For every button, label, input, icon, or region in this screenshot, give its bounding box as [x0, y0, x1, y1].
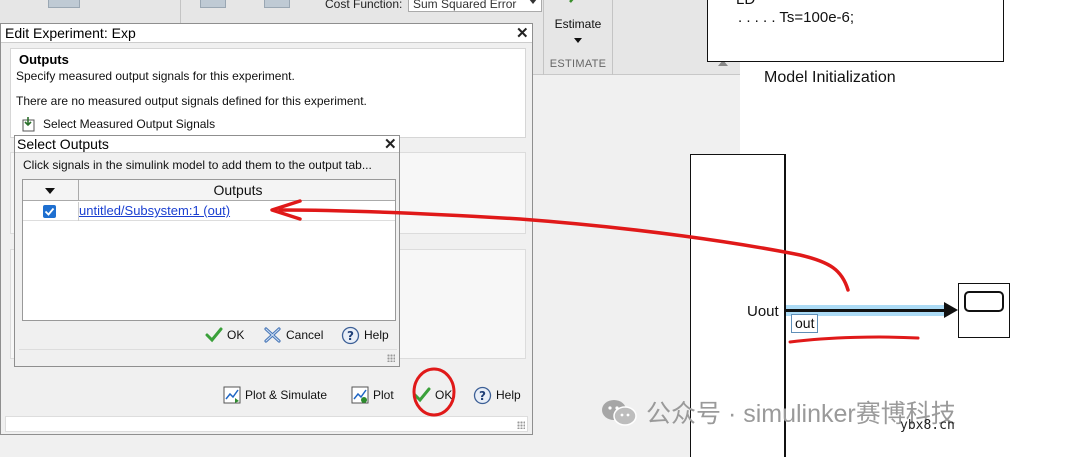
close-icon[interactable]: ✕ — [516, 26, 529, 41]
select-outputs-title: Select Outputs — [17, 136, 109, 152]
resize-grip-icon[interactable] — [387, 354, 395, 362]
dialog-cancel-label: Cancel — [286, 328, 324, 342]
select-measured-outputs-label: Select Measured Output Signals — [43, 117, 216, 131]
clipped-block-text: LD — [736, 0, 755, 8]
close-icon[interactable]: ✕ — [384, 137, 397, 152]
select-outputs-titlebar: Select Outputs ✕ — [15, 136, 399, 153]
toolstrip-button-fragment[interactable] — [200, 0, 226, 8]
outputs-heading: Outputs — [19, 52, 69, 67]
dialog-help-label: Help — [364, 328, 389, 342]
outputs-column-header[interactable]: Outputs — [80, 182, 396, 198]
toolstrip-button-fragment[interactable] — [264, 0, 290, 8]
signal-line[interactable] — [786, 309, 946, 312]
wechat-icon — [602, 400, 637, 426]
screen: { "toolstrip": { "cost_function_label": … — [0, 0, 1080, 457]
plot-label: Plot — [373, 388, 394, 402]
outputs-panel: Outputs Specify measured output signals … — [10, 48, 526, 138]
row-checkbox-cell — [23, 202, 79, 221]
help-label: Help — [496, 388, 521, 402]
plot-button[interactable]: Plot — [351, 385, 394, 405]
annotation-underline — [788, 335, 920, 344]
cost-function-select[interactable]: Sum Squared Error — [408, 0, 542, 12]
cancel-icon — [264, 327, 281, 343]
table-row[interactable]: untitled/Subsystem:1 (out) — [23, 202, 395, 221]
edit-experiment-title: Edit Experiment: Exp — [5, 25, 136, 41]
select-outputs-instruction: Click signals in the simulink model to a… — [23, 158, 372, 172]
svg-text:?: ? — [479, 389, 486, 403]
no-outputs-text: There are no measured output signals def… — [16, 94, 367, 108]
estimate-icon — [569, 0, 574, 3]
cost-function-value: Sum Squared Error — [413, 0, 517, 11]
select-signal-icon — [22, 117, 35, 132]
edit-experiment-status-bar — [5, 416, 528, 432]
cost-function-label: Cost Function: — [325, 0, 403, 11]
select-outputs-dialog: Select Outputs ✕ Click signals in the si… — [14, 135, 400, 367]
outputs-table: Outputs untitled/Subsystem:1 (out) — [22, 179, 396, 321]
scope-block[interactable] — [958, 283, 1010, 338]
uout-port-label: Uout — [747, 303, 779, 320]
dialog-ok-label: OK — [227, 328, 245, 342]
toolstrip-button-fragment[interactable] — [48, 0, 80, 8]
select-measured-outputs-button[interactable]: Select Measured Output Signals — [21, 114, 215, 134]
checkbox-checked-icon[interactable] — [43, 205, 56, 218]
dialog-ok-button[interactable]: OK — [205, 325, 244, 345]
edit-experiment-footer: Plot & Simulate Plot OK ? Help — [1, 370, 532, 410]
caret-down-icon[interactable] — [574, 38, 582, 43]
output-signal-link[interactable]: untitled/Subsystem:1 (out) — [79, 203, 230, 218]
plot-simulate-icon — [223, 386, 241, 404]
caret-down-icon — [45, 188, 55, 194]
edit-experiment-titlebar: Edit Experiment: Exp ✕ — [1, 24, 532, 43]
outputs-description: Specify measured output signals for this… — [16, 69, 295, 83]
plot-icon — [351, 386, 369, 404]
model-initialization-block[interactable]: . . . . . Ts=100e-6; — [707, 0, 1004, 62]
help-icon: ? — [341, 326, 360, 344]
checkmark-icon — [413, 387, 431, 403]
svg-text:?: ? — [347, 329, 354, 343]
sort-column-header[interactable] — [23, 180, 79, 201]
estimate-section-label: ESTIMATE — [549, 58, 607, 70]
estimate-button[interactable]: Estimate — [546, 0, 610, 54]
ok-label: OK — [435, 388, 453, 402]
help-button[interactable]: ? Help — [473, 385, 521, 405]
dialog-cancel-button[interactable]: Cancel — [263, 325, 323, 345]
resize-grip-icon[interactable] — [517, 421, 525, 429]
checkmark-icon — [205, 327, 223, 343]
signal-arrowhead — [944, 302, 958, 318]
chevron-down-icon — [529, 0, 537, 4]
signal-name-label[interactable]: out — [791, 314, 819, 333]
outputs-table-header: Outputs — [23, 180, 395, 201]
toolstrip-separator — [612, 0, 613, 75]
help-icon: ? — [473, 386, 492, 404]
scope-icon — [964, 291, 1004, 312]
ok-button[interactable]: OK — [413, 385, 452, 405]
select-outputs-status-bar — [19, 349, 397, 364]
toolstrip-separator — [543, 0, 544, 75]
plot-simulate-button[interactable]: Plot & Simulate — [223, 385, 327, 405]
site-watermark: ybx8.cn — [900, 418, 955, 433]
plot-simulate-label: Plot & Simulate — [245, 388, 328, 402]
ts-parameter-text: . . . . . Ts=100e-6; — [738, 9, 855, 26]
dialog-help-button[interactable]: ? Help — [341, 325, 389, 345]
model-initialization-label: Model Initialization — [764, 69, 896, 86]
estimate-label: Estimate — [554, 17, 602, 31]
